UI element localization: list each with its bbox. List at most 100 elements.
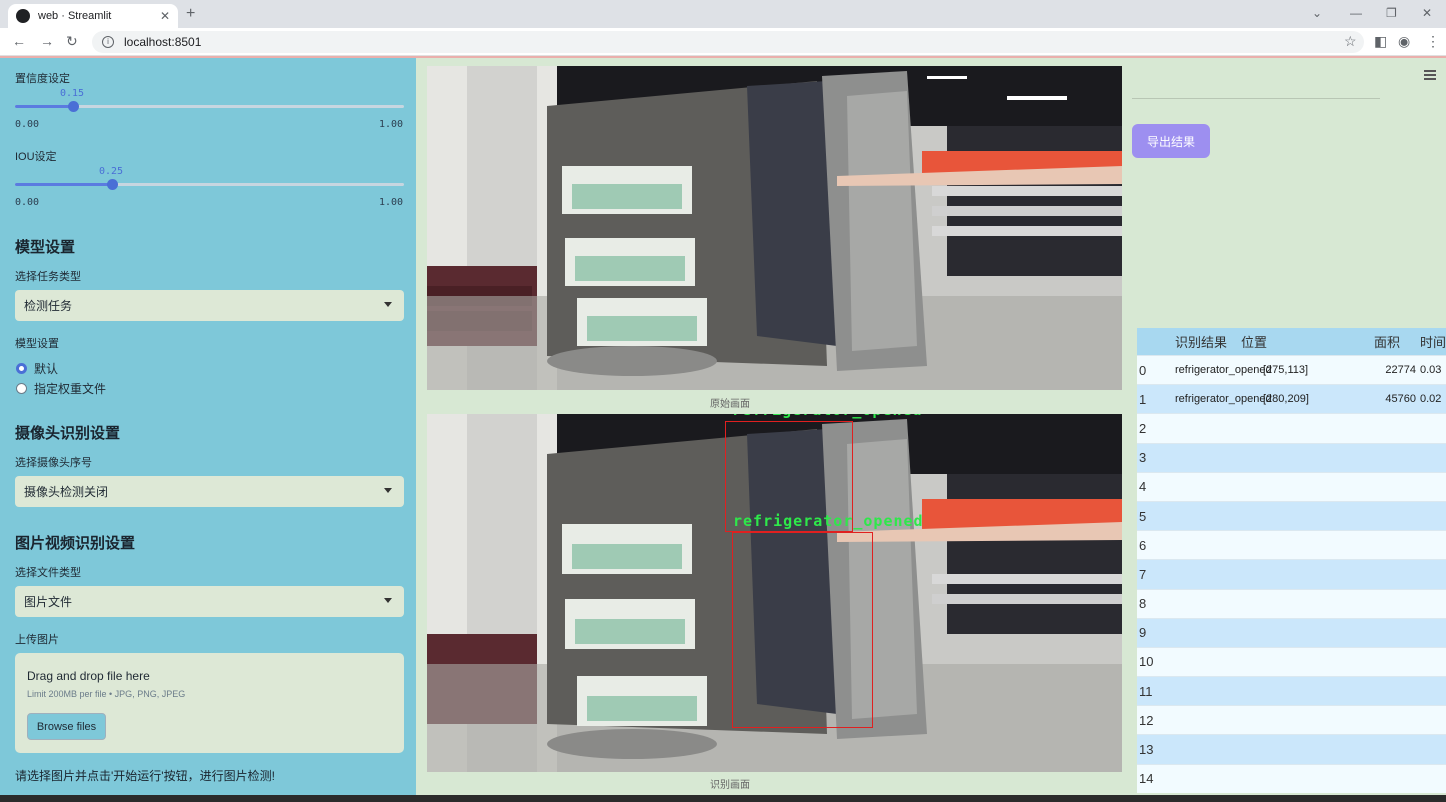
detection-box-2 [732,532,873,728]
table-row[interactable]: 10 [1137,646,1446,677]
browser-tab[interactable]: web · Streamlit ✕ [8,4,178,28]
result-image: refrigerator_opened refrigerator_opened [427,414,1122,772]
chevron-down-icon [384,302,392,307]
original-image [427,66,1122,390]
file-dropzone[interactable]: Drag and drop file here Limit 200MB per … [15,653,404,753]
cell-time: 0.02 [1420,393,1442,406]
column-header-time[interactable]: 时间 [1416,332,1446,351]
bookmark-star-icon[interactable]: ☆ [1344,33,1357,50]
radio-custom-label: 指定权重文件 [34,382,107,396]
forward-icon[interactable]: → [40,33,54,49]
iou-min: 0.00 [15,197,40,208]
cell-area: 22774 [1385,364,1416,377]
radio-custom-weights[interactable]: 指定权重文件 [16,380,106,397]
export-results-button[interactable]: 导出结果 [1132,124,1210,158]
row-index: 13 [1139,742,1154,758]
table-row[interactable]: 2 [1137,413,1446,443]
table-row[interactable]: 9 [1137,617,1446,647]
url-field[interactable]: i localhost:8501 [92,31,1364,53]
upload-label: 上传图片 [15,634,59,646]
iou-value: 0.25 [99,166,124,177]
results-table[interactable]: 识别结果 位置 面积 时间 0 refrigerator_opened [275,1… [1137,328,1446,793]
iou-label: IOU设定 [15,151,57,163]
table-row[interactable]: 4 [1137,471,1446,501]
column-header-area[interactable]: 面积 [1374,332,1416,351]
result-caption: 识别画面 [710,780,750,791]
detection-label-2: refrigerator_opened [733,512,924,530]
divider [1132,98,1380,99]
back-icon[interactable]: ← [12,33,26,49]
confidence-value: 0.15 [60,88,85,99]
main-area: 原始画面 refrigerator_opened 识别画面 导出结果 识别结果 … [416,58,1446,802]
store-fridge-photo [427,66,1122,390]
column-header-position[interactable]: 位置 [1237,332,1374,351]
dropzone-limit: Limit 200MB per file • JPG, PNG, JPEG [27,689,186,699]
table-header: 识别结果 位置 面积 时间 [1137,328,1446,355]
media-settings-header: 图片视频识别设置 [15,535,136,552]
confidence-slider-thumb[interactable] [68,101,80,112]
tab-close-icon[interactable]: ✕ [160,9,170,23]
row-index: 6 [1139,537,1147,553]
maximize-icon[interactable]: ❐ [1386,6,1397,20]
chevron-down-icon [384,598,392,603]
file-type-select[interactable]: 图片文件 [15,586,404,617]
model-settings-header: 模型设置 [15,239,76,256]
task-type-value: 检测任务 [24,299,73,313]
browser-menu-icon[interactable]: ⋮ [1426,33,1440,50]
table-row[interactable]: 8 [1137,588,1446,618]
window-close-icon[interactable]: ✕ [1422,6,1432,20]
row-index: 0 [1139,362,1147,378]
table-row[interactable]: 0 refrigerator_opened [275,113] 22774 0.03 [1137,355,1446,385]
site-info-icon[interactable]: i [102,36,114,48]
chevron-down-icon [384,488,392,493]
new-tab-icon[interactable]: + [186,5,195,23]
radio-default[interactable]: 默认 [16,360,58,377]
table-row[interactable]: 14 [1137,763,1446,793]
tab-search-icon[interactable]: ⌄ [1312,6,1322,20]
task-type-select[interactable]: 检测任务 [15,290,404,321]
confidence-label: 置信度设定 [15,73,70,85]
column-header-result[interactable]: 识别结果 [1165,332,1237,351]
radio-unselected-icon [16,383,27,394]
cell-area: 45760 [1385,393,1416,406]
minimize-icon[interactable]: — [1350,6,1362,20]
results-panel: 导出结果 识别结果 位置 面积 时间 0 refrigerator_opened[… [1122,58,1446,802]
camera-select[interactable]: 摄像头检测关闭 [15,476,404,507]
table-row[interactable]: 11 [1137,676,1446,706]
table-row[interactable]: 12 [1137,705,1446,735]
confidence-max: 1.00 [379,119,404,130]
original-caption: 原始画面 [710,399,750,410]
table-row[interactable]: 6 [1137,530,1446,560]
row-index: 12 [1139,712,1154,728]
tab-title: web · Streamlit [38,10,112,22]
iou-slider[interactable] [15,179,404,190]
camera-select-value: 摄像头检测关闭 [24,485,109,499]
row-index: 2 [1139,420,1147,436]
cell-position: [275,113] [1263,364,1309,377]
hamburger-menu-icon[interactable] [1424,70,1436,82]
streamlit-icon [16,9,30,23]
iou-slider-thumb[interactable] [107,179,119,190]
file-type-value: 图片文件 [24,595,73,609]
iou-max: 1.00 [379,197,404,208]
address-bar: ← → ↻ i localhost:8501 ☆ ◧ ◉ ⋮ [0,28,1446,56]
dropzone-title: Drag and drop file here [27,669,150,683]
table-row[interactable]: 5 [1137,500,1446,531]
cell-time: 0.03 [1420,364,1442,377]
cell-result: refrigerator_opened [1175,393,1272,406]
side-panel-icon[interactable]: ◧ [1374,33,1387,50]
browse-files-button[interactable]: Browse files [27,713,106,740]
model-settings-label: 模型设置 [15,338,59,350]
row-index: 5 [1139,508,1147,524]
taskbar-strip [0,795,1446,802]
profile-avatar-icon[interactable]: ◉ [1398,33,1410,50]
row-index: 7 [1139,566,1147,582]
table-row[interactable]: 7 [1137,559,1446,589]
table-row[interactable]: 13 [1137,734,1446,764]
table-row[interactable]: 1 refrigerator_opened [280,209] 45760 0.02 [1137,384,1446,414]
reload-icon[interactable]: ↻ [66,33,78,50]
confidence-slider[interactable] [15,101,404,112]
detection-label-1: refrigerator_opened [732,414,923,419]
cell-position: [280,209] [1263,393,1309,406]
table-row[interactable]: 3 [1137,442,1446,472]
